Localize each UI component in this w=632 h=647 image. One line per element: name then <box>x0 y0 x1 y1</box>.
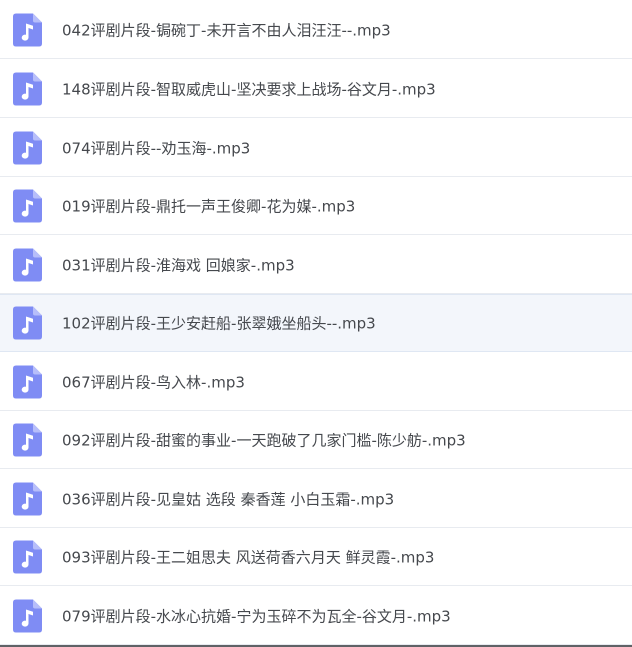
file-row[interactable]: 019评剧片段-鼎托一声王俊卿-花为媒-.mp3 <box>0 177 632 235</box>
file-row[interactable]: 093评剧片段-王二姐思夫 风送荷香六月天 鲜灵霞-.mp3 <box>0 528 632 586</box>
file-name: 093评剧片段-王二姐思夫 风送荷香六月天 鲜灵霞-.mp3 <box>62 548 435 566</box>
file-name: 067评剧片段-鸟入林-.mp3 <box>62 373 245 391</box>
file-name: 148评剧片段-智取威虎山-坚决要求上战场-谷文月-.mp3 <box>62 80 436 98</box>
audio-file-icon <box>13 365 42 398</box>
audio-file-icon <box>13 13 42 46</box>
file-name: 042评剧片段-锔碗丁-未开言不由人泪汪汪--.mp3 <box>62 21 391 39</box>
file-name: 031评剧片段-淮海戏 回娘家-.mp3 <box>62 256 295 274</box>
file-row[interactable]: 031评剧片段-淮海戏 回娘家-.mp3 <box>0 236 632 294</box>
audio-file-icon <box>13 423 42 456</box>
audio-file-icon <box>13 189 42 222</box>
file-name: 074评剧片段--劝玉海-.mp3 <box>62 139 251 157</box>
audio-file-icon <box>13 599 42 632</box>
file-list: 042评剧片段-锔碗丁-未开言不由人泪汪汪--.mp3 148评剧片段-智取威虎… <box>0 0 632 647</box>
file-name: 092评剧片段-甜蜜的事业-一天跑破了几家门槛-陈少舫-.mp3 <box>62 431 466 449</box>
file-row[interactable]: 036评剧片段-见皇姑 选段 秦香莲 小白玉霜-.mp3 <box>0 470 632 528</box>
file-row[interactable]: 042评剧片段-锔碗丁-未开言不由人泪汪汪--.mp3 <box>0 1 632 59</box>
file-name: 102评剧片段-王少安赶船-张翠娥坐船头--.mp3 <box>62 314 376 333</box>
file-row[interactable]: 092评剧片段-甜蜜的事业-一天跑破了几家门槛-陈少舫-.mp3 <box>0 411 632 469</box>
audio-file-icon <box>13 72 42 105</box>
file-name: 079评剧片段-水冰心抗婚-宁为玉碎不为瓦全-谷文月-.mp3 <box>62 607 451 625</box>
file-row[interactable]: 074评剧片段--劝玉海-.mp3 <box>0 119 632 177</box>
file-name: 019评剧片段-鼎托一声王俊卿-花为媒-.mp3 <box>62 197 356 215</box>
audio-file-icon <box>13 540 42 573</box>
file-row[interactable]: 148评剧片段-智取威虎山-坚决要求上战场-谷文月-.mp3 <box>0 60 632 118</box>
audio-file-icon <box>13 482 42 515</box>
file-name: 036评剧片段-见皇姑 选段 秦香莲 小白玉霜-.mp3 <box>62 490 395 508</box>
file-row[interactable]: 067评剧片段-鸟入林-.mp3 <box>0 353 632 411</box>
audio-file-icon <box>13 306 42 340</box>
file-row[interactable]: 079评剧片段-水冰心抗婚-宁为玉碎不为瓦全-谷文月-.mp3 <box>0 587 632 645</box>
file-row-selected[interactable]: 102评剧片段-王少安赶船-张翠娥坐船头--.mp3 <box>0 294 632 352</box>
audio-file-icon <box>13 131 42 164</box>
audio-file-icon <box>13 248 42 281</box>
